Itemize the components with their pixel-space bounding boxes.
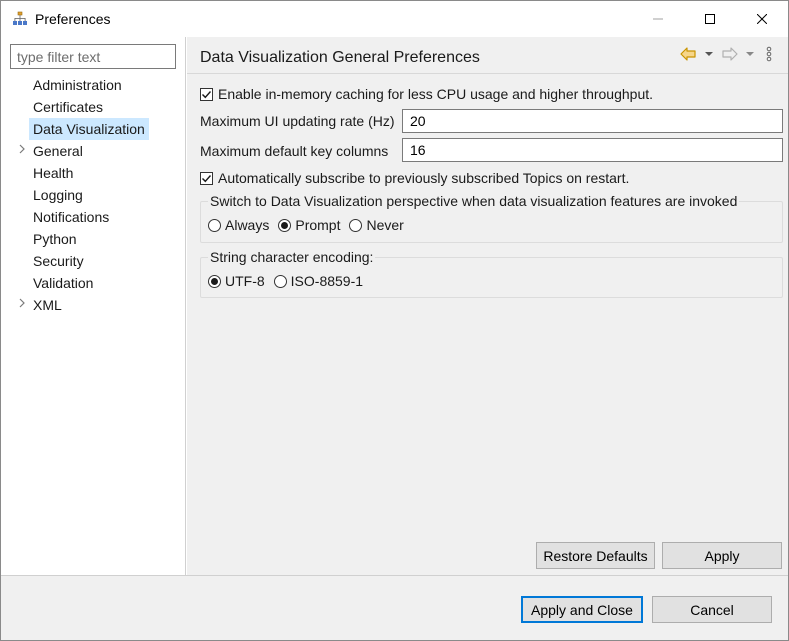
cancel-button[interactable]: Cancel	[652, 596, 772, 623]
encoding-radio-group: UTF-8 ISO-8859-1	[208, 273, 372, 289]
radio-iso-8859-1[interactable]: ISO-8859-1	[273, 273, 364, 289]
perspective-radio-group: Always Prompt Never	[208, 217, 413, 233]
radio-label: ISO-8859-1	[290, 273, 364, 289]
key-columns-label: Maximum default key columns	[200, 143, 389, 159]
tree-item-label: Data Visualization	[29, 118, 149, 140]
update-rate-field[interactable]	[402, 109, 783, 133]
maximize-icon	[705, 14, 715, 24]
auto-subscribe-checkbox[interactable]	[200, 171, 213, 185]
dialog-button-bar: Apply and Close Cancel	[1, 575, 788, 640]
auto-subscribe-checkbox-row[interactable]: Automatically subscribe to previously su…	[200, 170, 629, 186]
tree-item-label: Validation	[33, 275, 94, 291]
radio-dot[interactable]	[349, 218, 363, 232]
tree-item-label: Logging	[33, 187, 83, 203]
preference-page: Data Visualization General Preferences E	[187, 37, 788, 575]
restore-defaults-button[interactable]: Restore Defaults	[536, 542, 655, 569]
tree-item-administration[interactable]: Administration	[1, 74, 186, 96]
tree-item-label: Administration	[33, 77, 122, 93]
forward-menu-chevron-down-icon[interactable]	[745, 46, 755, 62]
radio-never[interactable]: Never	[349, 217, 404, 233]
radio-dot[interactable]	[208, 274, 221, 288]
tree-item-label: Security	[33, 253, 84, 269]
apply-and-close-button[interactable]: Apply and Close	[521, 596, 643, 623]
tree-item-label: Notifications	[33, 209, 110, 225]
radio-label: UTF-8	[225, 273, 265, 289]
tree-item-logging[interactable]: Logging	[1, 184, 186, 206]
caching-checkbox-label: Enable in-memory caching for less CPU us…	[218, 86, 654, 102]
filter-input[interactable]	[10, 44, 176, 69]
close-button[interactable]	[739, 1, 785, 37]
chevron-right-icon[interactable]	[16, 294, 28, 316]
preference-tree: Administration Certificates Data Visuali…	[1, 74, 186, 316]
forward-arrow-icon	[721, 46, 739, 62]
apply-button[interactable]: Apply	[662, 542, 782, 569]
tree-item-validation[interactable]: Validation	[1, 272, 186, 294]
close-icon	[757, 14, 767, 24]
page-header: Data Visualization General Preferences	[187, 37, 788, 74]
back-menu-chevron-down-icon[interactable]	[704, 46, 714, 62]
radio-dot[interactable]	[208, 218, 221, 232]
update-rate-label: Maximum UI updating rate (Hz)	[200, 113, 395, 129]
radio-dot[interactable]	[273, 274, 287, 288]
minimize-icon	[653, 18, 663, 20]
radio-always[interactable]: Always	[208, 217, 269, 233]
preferences-tree-icon	[12, 11, 28, 27]
auto-subscribe-checkbox-label: Automatically subscribe to previously su…	[218, 170, 630, 186]
page-title: Data Visualization General Preferences	[200, 49, 480, 66]
tree-item-label: Health	[33, 165, 74, 181]
view-menu-icon[interactable]	[765, 46, 773, 62]
preferences-dialog: Preferences Administration Certificates …	[0, 0, 789, 641]
tree-item-data-visualization[interactable]: Data Visualization	[1, 118, 186, 140]
tree-item-notifications[interactable]: Notifications	[1, 206, 186, 228]
checkmark-icon	[202, 90, 212, 98]
tree-item-security[interactable]: Security	[1, 250, 186, 272]
preference-tree-pane: Administration Certificates Data Visuali…	[1, 37, 186, 575]
window-title: Preferences	[35, 11, 111, 27]
tree-item-label: Certificates	[33, 99, 104, 115]
encoding-group-title: String character encoding:	[208, 249, 376, 265]
tree-item-label: Python	[33, 231, 77, 247]
radio-label: Never	[366, 217, 404, 233]
radio-label: Always	[225, 217, 270, 233]
tree-item-health[interactable]: Health	[1, 162, 186, 184]
tree-item-certificates[interactable]: Certificates	[1, 96, 186, 118]
tree-item-python[interactable]: Python	[1, 228, 186, 250]
encoding-group: String character encoding: UTF-8 ISO-885…	[200, 249, 783, 298]
caching-checkbox-row[interactable]: Enable in-memory caching for less CPU us…	[200, 86, 653, 102]
chevron-right-icon[interactable]	[16, 140, 28, 162]
maximize-button[interactable]	[687, 1, 733, 37]
tree-item-general[interactable]: General	[1, 140, 186, 162]
radio-utf-8[interactable]: UTF-8	[208, 273, 265, 289]
caching-checkbox[interactable]	[200, 87, 213, 101]
perspective-group-title: Switch to Data Visualization perspective…	[208, 193, 740, 209]
title-bar: Preferences	[1, 1, 788, 37]
tree-item-label: XML	[33, 297, 62, 313]
radio-dot[interactable]	[278, 218, 292, 232]
key-columns-field[interactable]	[402, 138, 783, 162]
back-arrow-icon[interactable]	[679, 46, 697, 62]
tree-item-xml[interactable]: XML	[1, 294, 186, 316]
perspective-group: Switch to Data Visualization perspective…	[200, 193, 783, 243]
radio-label: Prompt	[295, 217, 341, 233]
tree-item-label: General	[33, 143, 83, 159]
minimize-button[interactable]	[635, 1, 681, 37]
radio-prompt[interactable]: Prompt	[278, 217, 340, 233]
checkmark-icon	[202, 174, 212, 182]
